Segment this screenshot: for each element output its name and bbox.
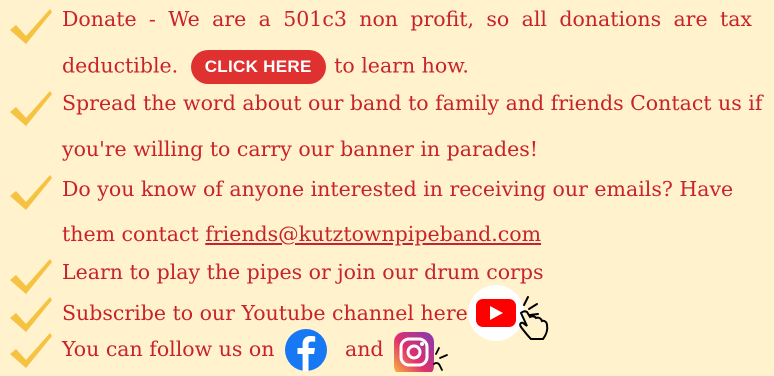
facebook-link[interactable] bbox=[285, 329, 327, 371]
youtube-link[interactable] bbox=[466, 283, 556, 345]
spread-text-line2: you're willing to carry our banner in pa… bbox=[62, 137, 539, 161]
checkmark-icon bbox=[10, 175, 52, 210]
donate-text-line2: deductible. bbox=[62, 53, 179, 78]
checkmark-icon bbox=[10, 259, 52, 294]
checkmark-icon bbox=[10, 333, 52, 368]
spread-text-line1: Spread the word about our band to family… bbox=[62, 91, 763, 115]
email-link[interactable]: friends@kutztownpipeband.com bbox=[205, 222, 541, 246]
checkmark-icon bbox=[10, 297, 52, 332]
click-here-button[interactable]: CLICK HERE bbox=[190, 50, 326, 84]
facebook-icon bbox=[285, 329, 327, 371]
checkmark-icon bbox=[10, 91, 52, 126]
youtube-icon bbox=[468, 285, 549, 341]
emails-text-line1: Do you know of anyone interested in rece… bbox=[62, 177, 734, 201]
follow-text-prefix: You can follow us on bbox=[62, 337, 275, 361]
youtube-text: Subscribe to our Youtube channel here bbox=[62, 301, 468, 325]
instagram-icon bbox=[394, 332, 448, 376]
donate-text-line1: Donate - We are a 501c3 non profit, so a… bbox=[62, 7, 752, 31]
instagram-link[interactable] bbox=[392, 332, 462, 376]
checkmark-icon bbox=[10, 9, 52, 44]
follow-text-and: and bbox=[345, 337, 384, 361]
donate-text-suffix: to learn how. bbox=[334, 53, 469, 78]
emails-text-line2: them contact bbox=[62, 222, 206, 246]
